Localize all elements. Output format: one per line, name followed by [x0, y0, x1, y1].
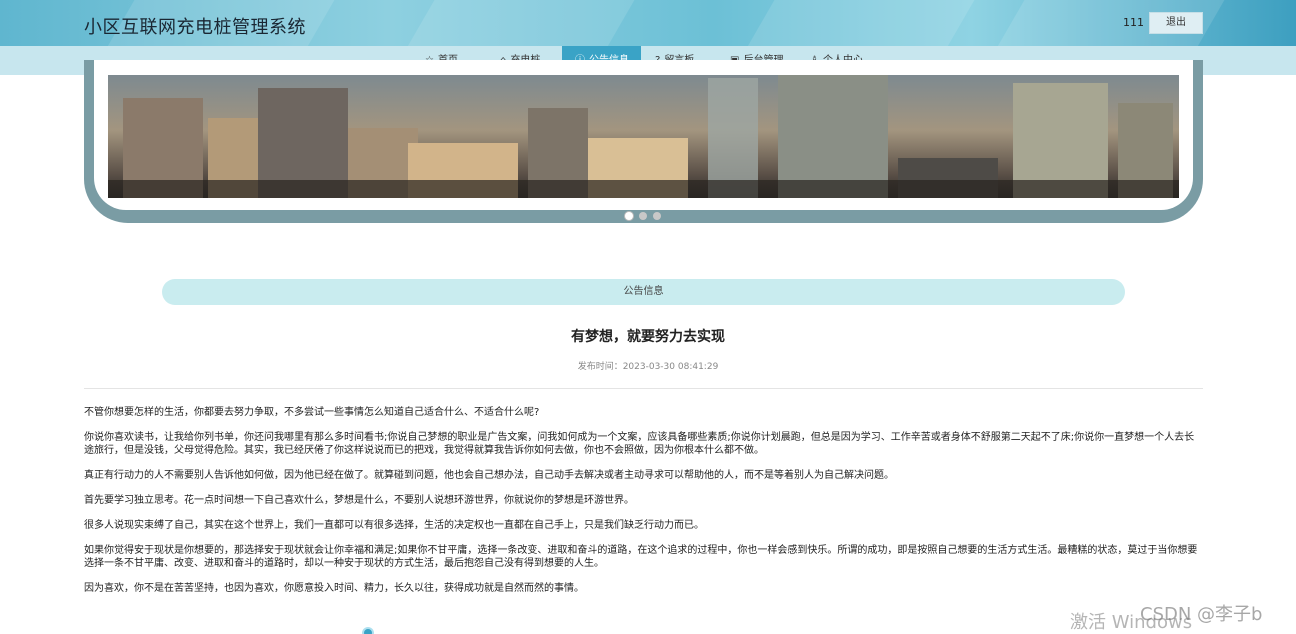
carousel-dot-1[interactable]: [625, 212, 633, 220]
publish-time-label: 发布时间：: [577, 362, 623, 372]
publish-time: 2023-03-30 08:41:29: [622, 362, 719, 372]
carousel-dot-3[interactable]: [653, 212, 661, 220]
top-header: 小区互联网充电桩管理系统 111 退出: [0, 0, 1296, 46]
article-paragraph: 首先要学习独立思考。花一点时间想一下自己喜欢什么，梦想是什么，不要别人说想环游世…: [84, 495, 634, 506]
csdn-watermark: CSDN @李子b: [1140, 604, 1263, 625]
carousel-image[interactable]: [108, 75, 1179, 198]
article-paragraph: 你说你喜欢读书，让我给你列书单，你还问我哪里有那么多时间看书;你说自己梦想的职业…: [84, 432, 1195, 456]
article-meta: 发布时间：2023-03-30 08:41:29: [0, 359, 1296, 372]
article-paragraph: 如果你觉得安于现状是你想要的，那选择安于现状就会让你幸福和满足;如果你不甘平庸，…: [84, 545, 1198, 569]
scroll-to-top-button[interactable]: [362, 627, 374, 634]
article-body: 不管你想要怎样的生活，你都要去努力争取，不多尝试一些事情怎么知道自己适合什么、不…: [84, 406, 1203, 607]
article-paragraph: 不管你想要怎样的生活，你都要去努力争取，不多尝试一些事情怎么知道自己适合什么、不…: [84, 407, 540, 418]
article-title: 有梦想，就要努力去实现: [571, 329, 725, 345]
site-title: 小区互联网充电桩管理系统: [84, 17, 306, 38]
article-paragraph: 因为喜欢，你不是在苦苦坚持，也因为喜欢，你愿意投入时间、精力，长久以往，获得成功…: [84, 583, 584, 594]
section-title-bar: 公告信息: [162, 279, 1125, 305]
carousel-dot-2[interactable]: [639, 212, 647, 220]
divider: [84, 388, 1203, 389]
article-paragraph: 真正有行动力的人不需要别人告诉他如何做，因为他已经在做了。就算碰到问题，他也会自…: [84, 470, 894, 481]
logout-button[interactable]: 退出: [1149, 12, 1203, 34]
username-label: 111: [1123, 16, 1144, 29]
article-paragraph: 很多人说现实束缚了自己，其实在这个世界上，我们一直都可以有很多选择，生活的决定权…: [84, 520, 704, 531]
